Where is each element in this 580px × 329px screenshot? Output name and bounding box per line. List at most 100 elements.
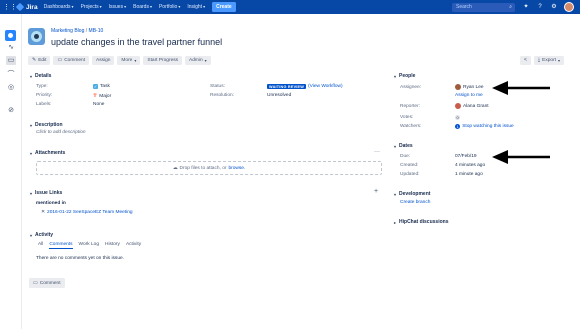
labels-label: Labels:: [36, 102, 52, 107]
no-comments-text: There are no comments yet on this issue.: [36, 256, 124, 261]
tab-all[interactable]: All: [38, 242, 43, 249]
chevron-down-icon: ▾: [204, 58, 207, 63]
issue-title[interactable]: update changes in the travel partner fun…: [51, 37, 222, 47]
due-label: Due:: [400, 154, 411, 159]
votes-value[interactable]: 0: [455, 115, 461, 120]
labels-value[interactable]: None: [93, 102, 104, 107]
admin-button[interactable]: Admin ▾: [185, 56, 211, 65]
cloud-upload-icon: ☁: [172, 165, 178, 171]
chevron-down-icon: ▾: [394, 73, 397, 79]
chevron-down-icon: ▾: [124, 4, 127, 9]
settings-icon[interactable]: ⚙: [550, 3, 558, 11]
arrow-left-icon: [492, 81, 550, 95]
jira-logo-icon: [15, 2, 25, 12]
right-toolbar: < ⤓ Export ▾: [520, 56, 565, 65]
user-avatar[interactable]: [564, 2, 574, 12]
linked-item[interactable]: ✕ 2016-01-22 SeeSpaceEZ Team Meeting: [41, 210, 133, 215]
link-relation: mentioned in: [36, 201, 66, 206]
app-switcher-icon[interactable]: ⋮⋮: [3, 3, 17, 11]
nav-boards[interactable]: Boards▾: [133, 4, 152, 10]
chevron-down-icon: ▾: [30, 122, 33, 128]
assignee-label: Assignee:: [400, 85, 422, 90]
breadcrumb-issue-key[interactable]: MB-10: [89, 28, 104, 34]
avatar: [455, 103, 461, 109]
status-badge[interactable]: WAITING REVIEW: [267, 84, 307, 89]
arrow-left-icon: [492, 150, 550, 164]
project-sidebar: ∿ ▭ ⌒ ◎ ⊘: [0, 14, 22, 329]
hipchat-heading[interactable]: ▸ HipChat discussions: [394, 219, 448, 225]
export-button[interactable]: ⤓ Export ▾: [533, 56, 565, 65]
chevron-down-icon: ▾: [178, 4, 181, 9]
description-heading[interactable]: ▾ Description: [30, 122, 63, 128]
chevron-down-icon: ▾: [134, 58, 137, 63]
more-button[interactable]: More ▾: [117, 56, 141, 65]
tab-work-log[interactable]: Work Log: [79, 242, 99, 249]
search-input[interactable]: Search ⌕: [452, 2, 515, 12]
tab-activity[interactable]: Activity: [126, 242, 141, 249]
reports-icon[interactable]: ⌒: [6, 70, 16, 79]
details-heading[interactable]: ▾ Details: [30, 73, 51, 79]
chevron-down-icon: ▾: [558, 58, 561, 63]
reporter-value[interactable]: Alana Grant: [455, 103, 489, 109]
chevron-down-icon: ▾: [30, 150, 33, 156]
votes-label: Votes:: [400, 115, 414, 120]
components-icon[interactable]: ◎: [6, 83, 16, 92]
avatar: [455, 84, 461, 90]
project-avatar: [28, 28, 45, 45]
link-icon[interactable]: ⊘: [6, 106, 16, 115]
development-heading[interactable]: ▾ Development: [394, 191, 430, 197]
dates-heading[interactable]: ▾ Dates: [394, 143, 413, 149]
issue-links-heading[interactable]: ▾ Issue Links: [30, 190, 62, 196]
watchers-value[interactable]: 1 Stop watching this issue: [455, 124, 514, 129]
add-link-icon[interactable]: +: [374, 188, 378, 195]
activity-icon[interactable]: ∿: [6, 43, 16, 52]
watchers-label: Watchers:: [400, 124, 422, 129]
attachment-dropzone[interactable]: ☁ Drop files to attach, or browse.: [36, 161, 382, 175]
status-value: WAITING REVIEW (View Workflow): [267, 84, 343, 89]
chevron-down-icon: ▾: [203, 4, 206, 9]
start-progress-button[interactable]: Start Progress: [143, 56, 183, 65]
assign-button[interactable]: Assign: [92, 56, 115, 65]
project-icon[interactable]: [5, 30, 16, 41]
download-icon: ⤓: [537, 57, 541, 63]
assignee-value[interactable]: Ryan Lee: [455, 84, 484, 90]
activity-heading[interactable]: ▾ Activity: [30, 232, 53, 238]
nav-projects[interactable]: Projects▾: [81, 4, 102, 10]
chevron-down-icon: ▾: [394, 191, 397, 197]
confluence-icon: ✕: [41, 210, 46, 215]
edit-button[interactable]: ✎ Edit: [28, 56, 51, 65]
jira-logo[interactable]: Jira: [15, 2, 38, 12]
pencil-icon: ✎: [32, 57, 37, 63]
chevron-down-icon: ▾: [394, 143, 397, 149]
resolution-label: Resolution:: [210, 93, 234, 98]
assign-to-me-link[interactable]: Assign to me: [455, 93, 483, 98]
add-comment-button[interactable]: ▭ Comment: [29, 278, 65, 288]
megaphone-icon[interactable]: ✦: [522, 3, 530, 11]
create-branch-link[interactable]: Create branch: [400, 200, 430, 205]
updated-value: 1 minute ago: [455, 172, 483, 177]
issues-icon[interactable]: ▭: [6, 56, 16, 65]
nav-dashboards[interactable]: Dashboards▾: [44, 4, 74, 10]
help-icon[interactable]: ?: [536, 3, 544, 11]
description-field[interactable]: Click to add description: [36, 130, 86, 135]
breadcrumb: Marketing Blog / MB-10: [51, 28, 104, 34]
breadcrumb-project[interactable]: Marketing Blog: [51, 28, 84, 34]
nav-insight[interactable]: Insight▾: [187, 4, 205, 10]
priority-value: ⇈ Major: [93, 93, 112, 99]
nav-portfolio[interactable]: Portfolio▾: [159, 4, 180, 10]
tab-history[interactable]: History: [105, 242, 120, 249]
more-options-icon[interactable]: ···: [374, 149, 380, 155]
comment-button[interactable]: ▭ Comment: [53, 56, 90, 65]
share-button[interactable]: <: [520, 56, 531, 65]
top-navigation: ⋮⋮ Jira Dashboards▾ Projects▾ Issues▾ Bo…: [0, 0, 580, 14]
comment-icon: ▭: [57, 57, 63, 63]
view-workflow-link[interactable]: (View Workflow): [308, 84, 342, 89]
nav-issues[interactable]: Issues▾: [109, 4, 126, 10]
reporter-label: Reporter:: [400, 104, 420, 109]
tab-comments[interactable]: Comments: [49, 242, 73, 249]
browse-link[interactable]: browse.: [228, 166, 245, 171]
create-button[interactable]: Create: [212, 2, 236, 12]
attachments-heading[interactable]: ▾ Attachments: [30, 150, 65, 156]
priority-major-icon: ⇈: [93, 93, 98, 99]
people-heading[interactable]: ▾ People: [394, 73, 415, 79]
